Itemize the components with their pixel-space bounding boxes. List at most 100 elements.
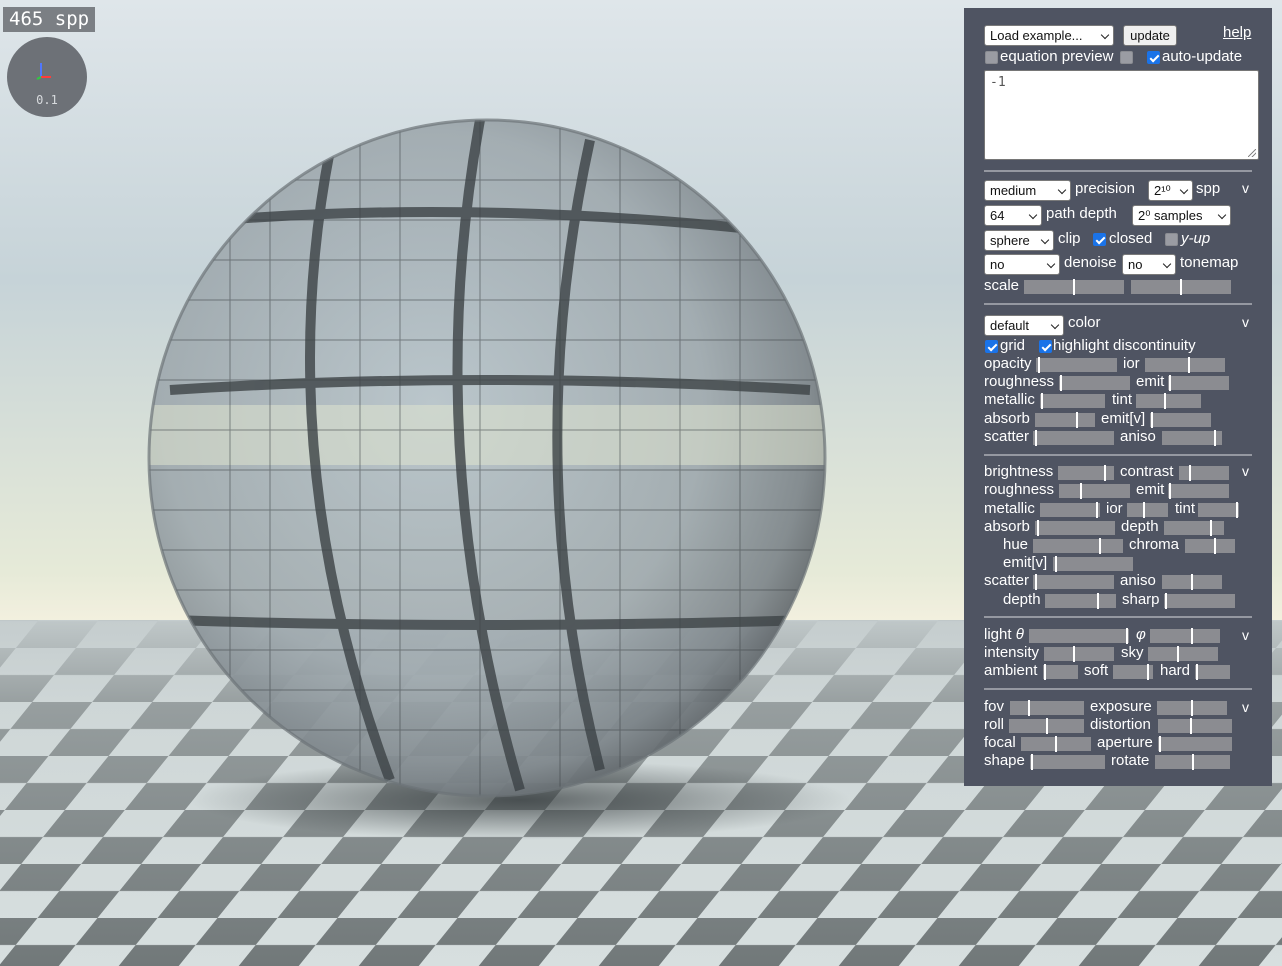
- highlight-discontinuity-checkbox[interactable]: [1039, 340, 1052, 353]
- slider-thumb[interactable]: [1046, 718, 1048, 734]
- grid-absorb-slider[interactable]: [1035, 520, 1115, 536]
- slider-thumb[interactable]: [1060, 375, 1062, 391]
- fov-slider[interactable]: [1010, 700, 1084, 716]
- grid-roughness-slider[interactable]: [1059, 483, 1130, 499]
- slider-thumb[interactable]: [1028, 700, 1030, 716]
- focal-slider[interactable]: [1021, 736, 1091, 752]
- slider-thumb[interactable]: [1038, 357, 1040, 373]
- slider-thumb[interactable]: [1073, 279, 1075, 295]
- slider-thumb[interactable]: [1214, 430, 1216, 446]
- grid-ior-slider[interactable]: [1127, 502, 1168, 518]
- slider-thumb[interactable]: [1188, 357, 1190, 373]
- slider-thumb[interactable]: [1236, 502, 1238, 518]
- slider-thumb[interactable]: [1180, 279, 1182, 295]
- closed-checkbox[interactable]: [1093, 233, 1106, 246]
- sky-slider[interactable]: [1148, 646, 1218, 662]
- aniso-slider[interactable]: [1162, 430, 1222, 446]
- slider-thumb[interactable]: [1096, 502, 1098, 518]
- slider-thumb[interactable]: [1104, 465, 1106, 481]
- slider-thumb[interactable]: [1151, 412, 1153, 428]
- exposure-slider[interactable]: [1157, 700, 1227, 716]
- slider-thumb[interactable]: [1210, 520, 1212, 536]
- collapse-material-toggle[interactable]: v: [1242, 314, 1249, 330]
- slider-thumb[interactable]: [1041, 393, 1043, 409]
- scale-slider[interactable]: [1024, 279, 1124, 295]
- slider-thumb[interactable]: [1073, 646, 1075, 662]
- unlabeled-checkbox[interactable]: [1120, 51, 1133, 64]
- denoise-select[interactable]: no: [984, 254, 1060, 275]
- y-up-checkbox[interactable]: [1165, 233, 1178, 246]
- opacity-slider[interactable]: [1036, 357, 1117, 373]
- contrast-slider[interactable]: [1179, 465, 1229, 481]
- clip-select[interactable]: sphere: [984, 230, 1054, 251]
- slider-thumb[interactable]: [1165, 593, 1167, 609]
- emit-slider[interactable]: [1168, 375, 1229, 391]
- resize-grip-icon[interactable]: [1248, 149, 1256, 157]
- collapse-lighting-toggle[interactable]: v: [1242, 627, 1249, 643]
- slider-thumb[interactable]: [1031, 754, 1033, 770]
- light-phi-slider[interactable]: [1150, 628, 1220, 644]
- slider-thumb[interactable]: [1190, 718, 1192, 734]
- spp-select[interactable]: 2¹⁰: [1148, 180, 1193, 201]
- collapse-camera-toggle[interactable]: v: [1242, 699, 1249, 715]
- update-button[interactable]: update: [1123, 25, 1177, 46]
- slider-thumb[interactable]: [1214, 538, 1216, 554]
- slider-thumb[interactable]: [1035, 574, 1037, 590]
- slider-thumb[interactable]: [1189, 465, 1191, 481]
- slider-thumb[interactable]: [1055, 736, 1057, 752]
- grid-checkbox[interactable]: [985, 340, 998, 353]
- hue-slider[interactable]: [1033, 538, 1123, 554]
- grid-depth-2-slider[interactable]: [1045, 593, 1116, 609]
- grid-tint-slider[interactable]: [1198, 502, 1239, 518]
- intensity-slider[interactable]: [1044, 646, 1114, 662]
- slider-thumb[interactable]: [1196, 664, 1198, 680]
- samples-select[interactable]: 2⁰ samples: [1132, 205, 1231, 226]
- grid-depth-slider[interactable]: [1164, 520, 1224, 536]
- collapse-grid-material-toggle[interactable]: v: [1242, 463, 1249, 479]
- slider-thumb[interactable]: [1035, 430, 1037, 446]
- aperture-slider[interactable]: [1158, 736, 1232, 752]
- slider-thumb[interactable]: [1191, 700, 1193, 716]
- slider-thumb[interactable]: [1076, 412, 1078, 428]
- metallic-slider[interactable]: [1040, 393, 1105, 409]
- grid-emit-slider[interactable]: [1168, 483, 1229, 499]
- scale-slider-2[interactable]: [1131, 279, 1231, 295]
- slider-thumb[interactable]: [1097, 593, 1099, 609]
- tint-slider[interactable]: [1136, 393, 1201, 409]
- slider-thumb[interactable]: [1099, 538, 1101, 554]
- slider-thumb[interactable]: [1044, 664, 1046, 680]
- grid-scatter-slider[interactable]: [1033, 574, 1114, 590]
- roughness-slider[interactable]: [1059, 375, 1130, 391]
- axis-gizmo[interactable]: 0.1: [7, 37, 87, 117]
- collapse-render-toggle[interactable]: v: [1242, 180, 1249, 196]
- slider-thumb[interactable]: [1169, 483, 1171, 499]
- slider-thumb[interactable]: [1164, 393, 1166, 409]
- tonemap-select[interactable]: no: [1122, 254, 1176, 275]
- slider-thumb[interactable]: [1191, 628, 1193, 644]
- slider-thumb[interactable]: [1055, 556, 1057, 572]
- slider-thumb[interactable]: [1126, 628, 1128, 644]
- help-link[interactable]: help: [1223, 24, 1251, 42]
- ambient-slider[interactable]: [1043, 664, 1078, 680]
- light-theta-slider[interactable]: [1029, 628, 1129, 644]
- emit-v-slider[interactable]: [1150, 412, 1211, 428]
- brightness-slider[interactable]: [1058, 465, 1114, 481]
- slider-thumb[interactable]: [1191, 574, 1193, 590]
- hard-slider[interactable]: [1195, 664, 1230, 680]
- sharp-slider[interactable]: [1164, 593, 1235, 609]
- equation-preview-checkbox[interactable]: [985, 51, 998, 64]
- slider-thumb[interactable]: [1169, 375, 1171, 391]
- slider-thumb[interactable]: [1080, 483, 1082, 499]
- color-select[interactable]: default: [984, 315, 1064, 336]
- shape-slider[interactable]: [1030, 754, 1105, 770]
- scatter-slider[interactable]: [1033, 430, 1114, 446]
- equation-textarea[interactable]: -1: [984, 70, 1259, 160]
- soft-slider[interactable]: [1113, 664, 1153, 680]
- path-depth-select[interactable]: 64: [984, 205, 1042, 226]
- ior-slider[interactable]: [1145, 357, 1225, 373]
- slider-thumb[interactable]: [1147, 664, 1149, 680]
- slider-thumb[interactable]: [1159, 736, 1161, 752]
- distortion-slider[interactable]: [1158, 718, 1232, 734]
- slider-thumb[interactable]: [1192, 754, 1194, 770]
- chroma-slider[interactable]: [1185, 538, 1235, 554]
